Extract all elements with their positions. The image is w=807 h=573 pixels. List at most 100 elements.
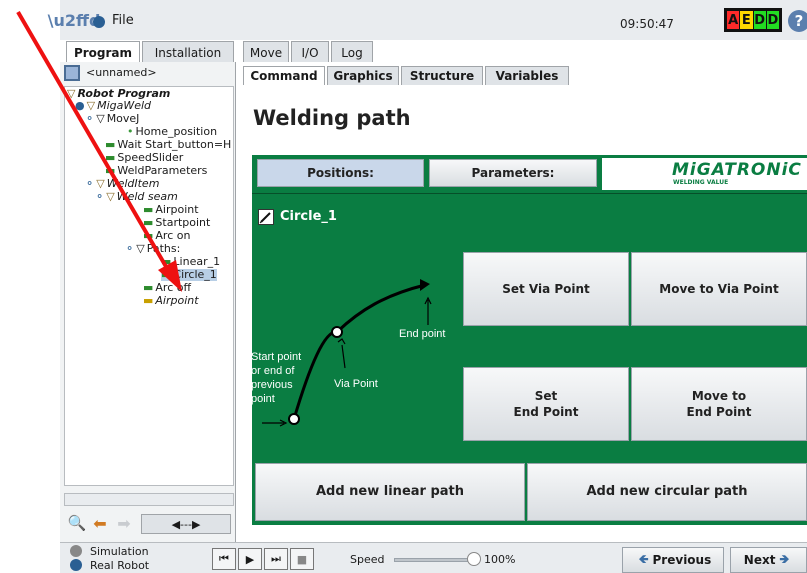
tab-move[interactable]: Move <box>243 41 289 63</box>
next-label: Next <box>743 553 776 567</box>
tab-log[interactable]: Log <box>331 41 373 63</box>
via-point-marker <box>331 326 343 338</box>
tree-node-weldparameters[interactable]: ▬ WeldParameters <box>105 165 207 177</box>
status-letter-e: E <box>740 11 753 29</box>
previous-label: Previous <box>652 553 712 567</box>
tree-node-label: Paths: <box>146 242 181 255</box>
add-circular-path-button[interactable]: Add new circular path <box>527 463 807 521</box>
speed-slider-thumb[interactable] <box>467 552 481 566</box>
page-title: Welding path <box>253 106 411 130</box>
tree-node-welditem[interactable]: ⚬ ▽ WeldItem <box>85 178 159 190</box>
tree-node-label: SpeedSlider <box>117 151 184 164</box>
tree-horizontal-scrollbar[interactable] <box>64 493 234 506</box>
waypoint-icon: • <box>127 125 134 138</box>
tab-program[interactable]: Program <box>66 41 140 64</box>
tree-node-arc-off[interactable]: ▬ Arc off <box>143 282 191 294</box>
program-tree[interactable]: ▽ Robot Program ● ▽ MigaWeld ⚬ ▽ MoveJ • Home_… <box>64 86 234 486</box>
arrow-left-icon: 🡸 <box>638 551 649 566</box>
tab-structure[interactable]: Structure <box>401 66 483 85</box>
tree-node-weld-seam[interactable]: ⚬ ▽ Weld seam <box>95 191 178 203</box>
migatronic-logo: MiGATRONiC <box>672 160 802 180</box>
real-robot-radio[interactable] <box>70 559 82 571</box>
tab-installation[interactable]: Installation <box>142 41 234 63</box>
set-end-point-button[interactable]: Set End Point <box>463 367 629 441</box>
tree-node-label: MoveJ <box>106 112 140 125</box>
file-menu-icon[interactable] <box>93 16 105 28</box>
start-point-marker <box>288 413 300 425</box>
simulation-radio[interactable] <box>70 545 82 557</box>
tree-node-label: WeldParameters <box>117 164 208 177</box>
tree-node-migaweld[interactable]: ● ▽ MigaWeld <box>75 100 151 112</box>
next-button[interactable]: Next 🡺 <box>730 547 807 573</box>
skip-to-start-icon[interactable]: ⏮ <box>212 548 236 570</box>
command-icon: ▬ <box>143 203 154 216</box>
help-icon[interactable]: ? <box>788 10 807 32</box>
tree-node-airpoint-2[interactable]: ▬ Airpoint <box>143 295 199 307</box>
speed-value: 100% <box>484 553 516 566</box>
tree-node-linear-1[interactable]: ▬ Linear_1 <box>161 256 220 268</box>
tree-node-label: Circle_1 <box>173 268 217 281</box>
move-to-end-point-button[interactable]: Move to End Point <box>631 367 807 441</box>
expand-triangle-icon: ▽ <box>86 99 96 112</box>
real-robot-label[interactable]: Real Robot <box>90 559 149 572</box>
tree-node-home-position[interactable]: • Home_position <box>127 126 217 138</box>
tree-node-label: Weld seam <box>116 190 178 203</box>
clock: 09:50:47 <box>620 17 674 31</box>
set-via-point-button[interactable]: Set Via Point <box>463 252 629 326</box>
tab-variables[interactable]: Variables <box>485 66 569 85</box>
tree-node-label: Airpoint <box>155 203 199 216</box>
expand-triangle-icon: ▽ <box>96 112 105 125</box>
tree-node-label: MigaWeld <box>97 99 152 112</box>
stop-icon[interactable]: ■ <box>290 548 314 570</box>
tab-io[interactable]: I/O <box>291 41 329 63</box>
speed-label: Speed <box>350 553 385 566</box>
node-name: Circle_1 <box>280 209 337 224</box>
undo-icon[interactable]: ⬅ <box>90 514 110 533</box>
tab-graphics[interactable]: Graphics <box>327 66 399 85</box>
tab-command[interactable]: Command <box>243 66 325 85</box>
simulation-label[interactable]: Simulation <box>90 545 149 558</box>
tree-node-startpoint[interactable]: ▬ Startpoint <box>143 217 210 229</box>
command-icon: ▬ <box>105 138 116 151</box>
tree-node-paths[interactable]: ⚬ ▽ Paths: <box>125 243 180 255</box>
command-icon: ▬ <box>143 216 154 229</box>
step-forward-icon[interactable]: ⏭ <box>264 548 288 570</box>
move-to-via-point-button[interactable]: Move to Via Point <box>631 252 807 326</box>
expand-triangle-icon: ▽ <box>136 242 145 255</box>
expand-icon: ● <box>75 99 85 112</box>
redo-icon[interactable]: ➡ <box>114 514 134 533</box>
arc-curve <box>292 283 426 420</box>
tree-node-arc-on[interactable]: ▬ Arc on <box>143 230 190 242</box>
speed-slider-track[interactable] <box>394 558 474 562</box>
add-linear-path-button[interactable]: Add new linear path <box>255 463 525 521</box>
positions-tab-button[interactable]: Positions: <box>257 159 424 187</box>
command-icon: ▬ <box>161 255 172 268</box>
expand-icon: ⚬ <box>125 242 135 255</box>
tree-node-wait[interactable]: ▬ Wait Start_button=H <box>105 139 231 151</box>
expand-triangle-icon: ▽ <box>106 190 115 203</box>
tree-node-airpoint-1[interactable]: ▬ Airpoint <box>143 204 199 216</box>
program-name: <unnamed> <box>86 66 157 79</box>
expand-icon: ⚬ <box>95 190 105 203</box>
tree-node-speedslider[interactable]: ▬ SpeedSlider <box>105 152 183 164</box>
expand-triangle-icon: ▽ <box>96 177 105 190</box>
tree-node-label: Home_position <box>135 125 218 138</box>
move-node-button[interactable]: ◀---▶ <box>141 514 231 534</box>
command-icon: ▬ <box>143 294 154 307</box>
status-letter-d2: D <box>766 11 779 29</box>
divider <box>252 193 807 194</box>
ur-logo: \u2ffd <box>47 10 101 30</box>
tree-node-label: Arc on <box>155 229 191 242</box>
save-icon[interactable] <box>64 65 80 81</box>
migatronic-tagline: WELDING VALUE <box>673 179 729 186</box>
previous-button[interactable]: 🡸 Previous <box>622 547 724 573</box>
tree-node-movej[interactable]: ⚬ ▽ MoveJ <box>85 113 139 125</box>
play-icon[interactable]: ▶ <box>238 548 262 570</box>
parameters-tab-button[interactable]: Parameters: <box>429 159 597 187</box>
search-icon[interactable]: 🔍 <box>68 514 87 532</box>
tree-node-circle-1[interactable]: ▬ Circle_1 <box>161 269 217 281</box>
command-icon: ▬ <box>143 229 154 242</box>
status-indicator: A E D D <box>724 8 782 32</box>
file-menu[interactable]: File <box>112 13 134 28</box>
pencil-icon[interactable] <box>258 209 274 225</box>
